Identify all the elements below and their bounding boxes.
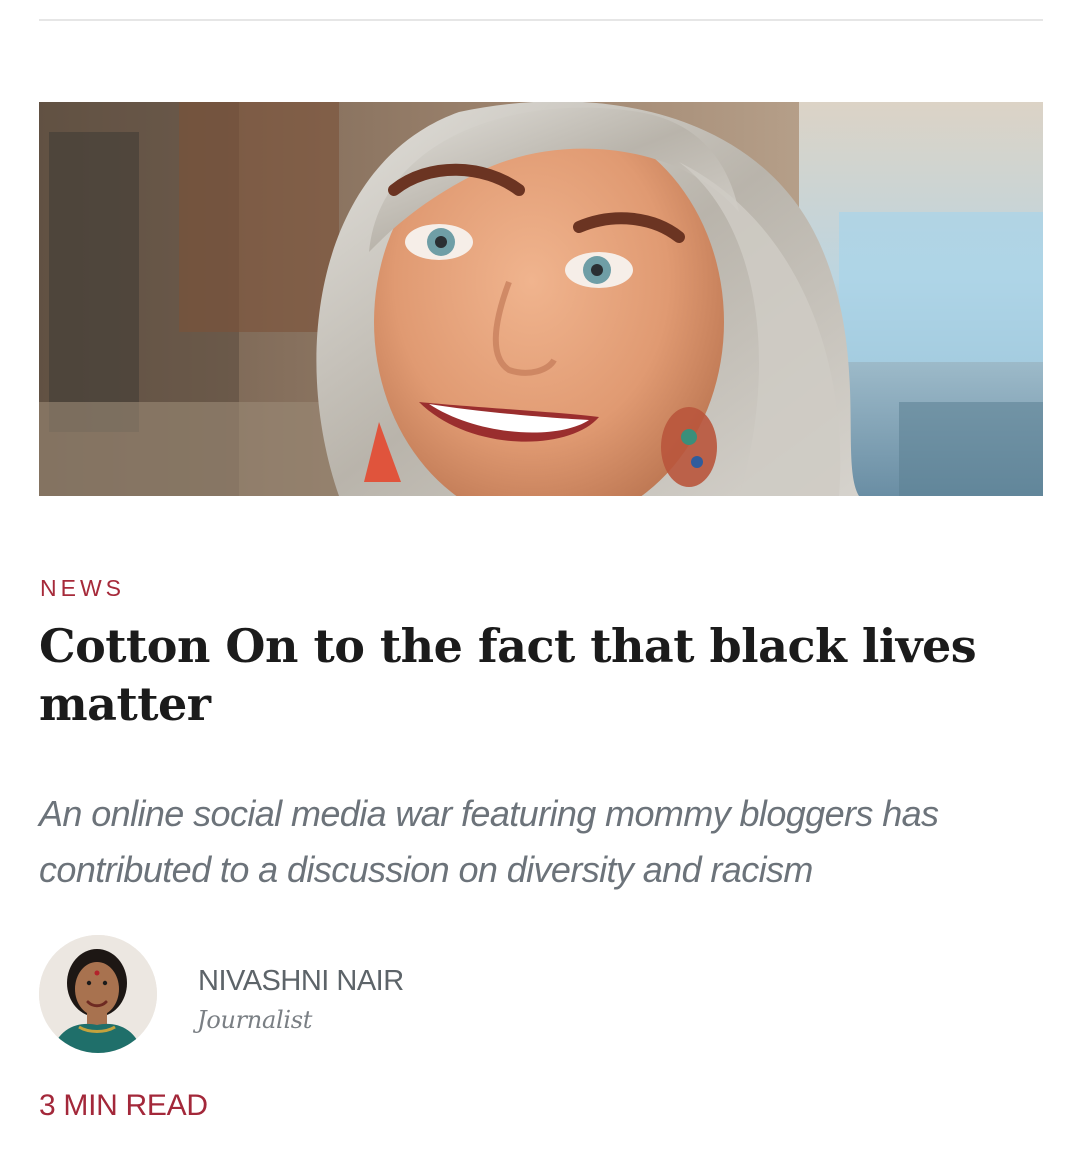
category-label[interactable]: NEWS: [40, 575, 125, 602]
article-headline[interactable]: Cotton On to the fact that black lives m…: [39, 617, 1019, 733]
hero-image[interactable]: [39, 102, 1043, 496]
author-name[interactable]: NIVASHNI NAIR: [198, 965, 404, 998]
article-subheadline: An online social media war featuring mom…: [39, 793, 939, 890]
top-divider: [39, 19, 1043, 21]
author-avatar[interactable]: [39, 935, 157, 1053]
author-role: Journalist: [197, 1006, 313, 1034]
read-time: 3 MIN READ: [39, 1089, 208, 1122]
